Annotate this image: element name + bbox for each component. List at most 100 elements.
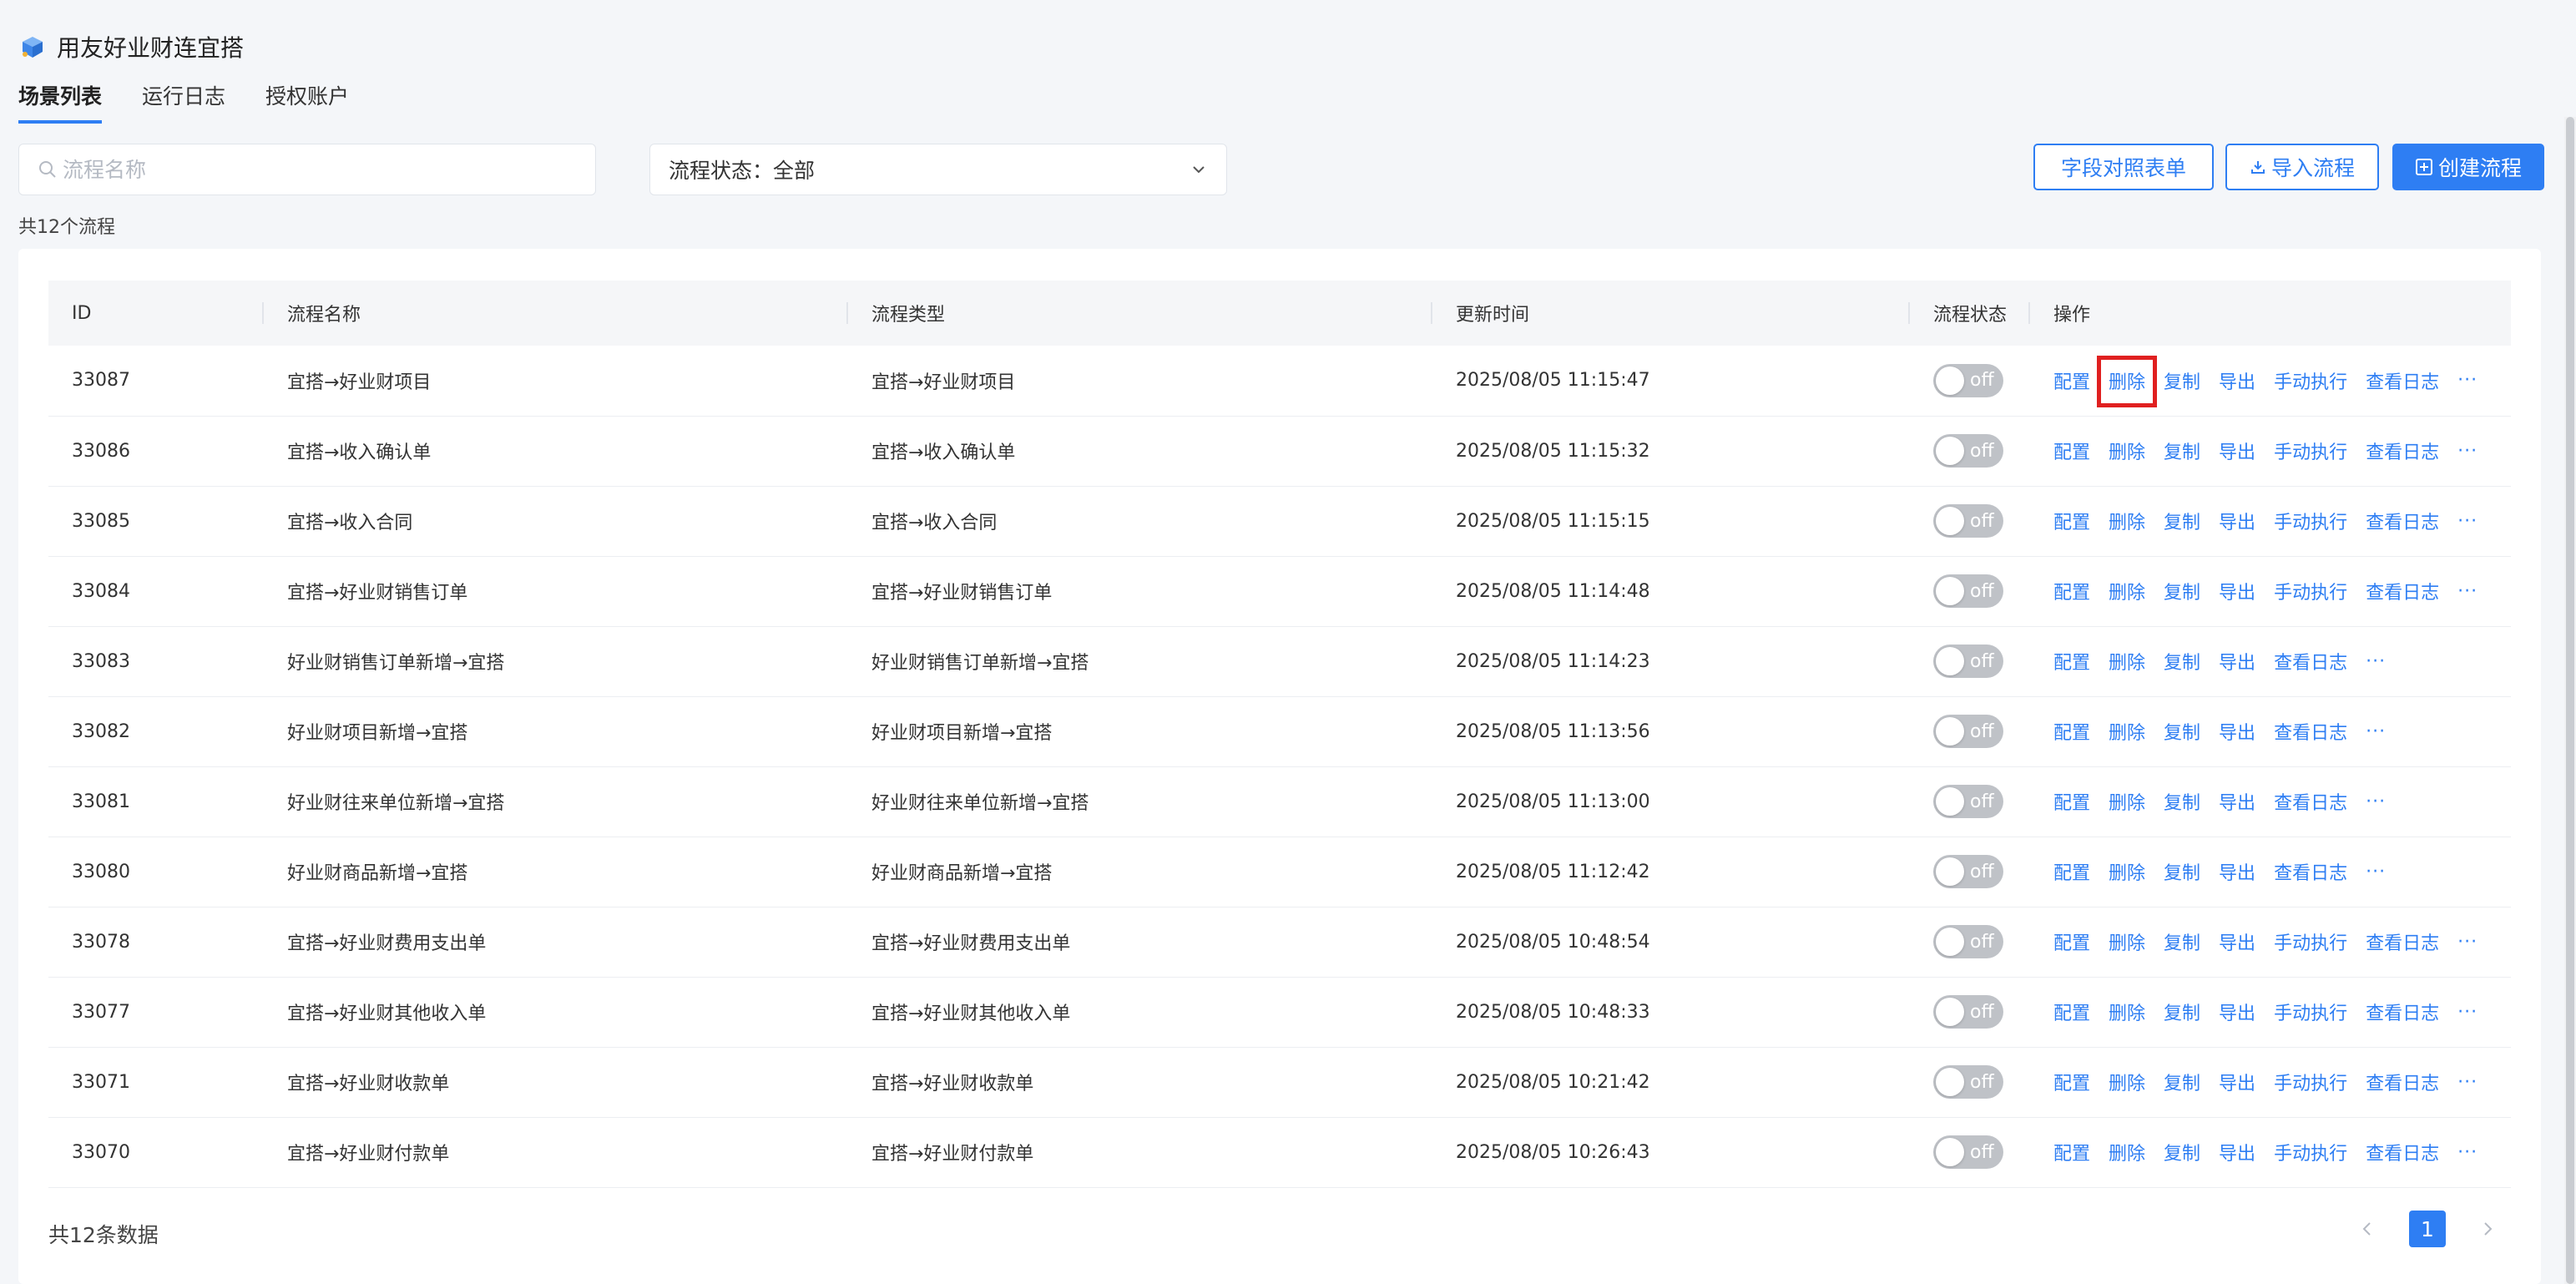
more-actions-icon[interactable]: ···: [2457, 932, 2478, 953]
action-copy-link[interactable]: 复制: [2164, 718, 2200, 745]
action-view-log-link[interactable]: 查看日志: [2366, 508, 2439, 534]
tab-scene-list[interactable]: 场景列表: [18, 80, 103, 124]
import-flow-button[interactable]: 导入流程: [2225, 144, 2379, 190]
action-export-link[interactable]: 导出: [2219, 788, 2255, 815]
more-actions-icon[interactable]: ···: [2457, 370, 2478, 391]
action-config-link[interactable]: 配置: [2053, 788, 2090, 815]
field-map-button[interactable]: 字段对照表单: [2033, 144, 2214, 190]
action-view-log-link[interactable]: 查看日志: [2366, 1139, 2439, 1165]
action-manual-run-link[interactable]: 手动执行: [2274, 437, 2347, 464]
status-filter-select[interactable]: 流程状态： 全部: [649, 144, 1227, 195]
more-actions-icon[interactable]: ···: [2366, 862, 2386, 882]
action-export-link[interactable]: 导出: [2219, 648, 2255, 675]
action-delete-link[interactable]: 删除: [2109, 718, 2145, 745]
status-toggle[interactable]: off: [1933, 925, 2003, 958]
action-copy-link[interactable]: 复制: [2164, 578, 2200, 604]
action-delete-link[interactable]: 删除: [2109, 858, 2145, 885]
action-copy-link[interactable]: 复制: [2164, 998, 2200, 1025]
action-delete-link[interactable]: 删除: [2109, 508, 2145, 534]
status-toggle[interactable]: off: [1933, 1135, 2003, 1169]
action-config-link[interactable]: 配置: [2053, 1139, 2090, 1165]
action-delete-link[interactable]: 删除: [2109, 788, 2145, 815]
action-copy-link[interactable]: 复制: [2164, 1139, 2200, 1165]
action-manual-run-link[interactable]: 手动执行: [2274, 578, 2347, 604]
status-toggle[interactable]: off: [1933, 504, 2003, 538]
action-copy-link[interactable]: 复制: [2164, 508, 2200, 534]
action-config-link[interactable]: 配置: [2053, 508, 2090, 534]
action-delete-link[interactable]: 删除: [2109, 437, 2145, 464]
status-toggle[interactable]: off: [1933, 995, 2003, 1029]
chevron-right-icon[interactable]: [2476, 1217, 2499, 1241]
action-manual-run-link[interactable]: 手动执行: [2274, 367, 2347, 394]
action-config-link[interactable]: 配置: [2053, 998, 2090, 1025]
action-config-link[interactable]: 配置: [2053, 928, 2090, 955]
action-view-log-link[interactable]: 查看日志: [2366, 367, 2439, 394]
more-actions-icon[interactable]: ···: [2366, 791, 2386, 812]
action-view-log-link[interactable]: 查看日志: [2274, 858, 2347, 885]
action-config-link[interactable]: 配置: [2053, 858, 2090, 885]
action-export-link[interactable]: 导出: [2219, 1139, 2255, 1165]
action-delete-link[interactable]: 删除: [2109, 998, 2145, 1025]
action-export-link[interactable]: 导出: [2219, 437, 2255, 464]
action-export-link[interactable]: 导出: [2219, 508, 2255, 534]
search-input[interactable]: [63, 157, 563, 182]
status-toggle[interactable]: off: [1933, 434, 2003, 468]
action-export-link[interactable]: 导出: [2219, 718, 2255, 745]
action-delete-link[interactable]: 删除: [2097, 355, 2158, 407]
action-delete-link[interactable]: 删除: [2109, 648, 2145, 675]
more-actions-icon[interactable]: ···: [2457, 581, 2478, 602]
status-toggle[interactable]: off: [1933, 855, 2003, 888]
status-toggle[interactable]: off: [1933, 715, 2003, 748]
more-actions-icon[interactable]: ···: [2457, 511, 2478, 532]
action-export-link[interactable]: 导出: [2219, 998, 2255, 1025]
action-manual-run-link[interactable]: 手动执行: [2274, 928, 2347, 955]
action-copy-link[interactable]: 复制: [2164, 437, 2200, 464]
status-toggle[interactable]: off: [1933, 1065, 2003, 1099]
action-manual-run-link[interactable]: 手动执行: [2274, 1139, 2347, 1165]
more-actions-icon[interactable]: ···: [2366, 651, 2386, 672]
action-export-link[interactable]: 导出: [2219, 367, 2255, 394]
action-view-log-link[interactable]: 查看日志: [2274, 788, 2347, 815]
action-copy-link[interactable]: 复制: [2164, 788, 2200, 815]
more-actions-icon[interactable]: ···: [2457, 1002, 2478, 1023]
action-manual-run-link[interactable]: 手动执行: [2274, 508, 2347, 534]
more-actions-icon[interactable]: ···: [2366, 721, 2386, 742]
action-export-link[interactable]: 导出: [2219, 578, 2255, 604]
status-toggle[interactable]: off: [1933, 363, 2003, 397]
action-config-link[interactable]: 配置: [2053, 718, 2090, 745]
action-view-log-link[interactable]: 查看日志: [2274, 648, 2347, 675]
more-actions-icon[interactable]: ···: [2457, 1072, 2478, 1093]
status-toggle[interactable]: off: [1933, 785, 2003, 818]
page-number-current[interactable]: 1: [2409, 1211, 2446, 1247]
action-copy-link[interactable]: 复制: [2164, 928, 2200, 955]
chevron-left-icon[interactable]: [2356, 1217, 2379, 1241]
action-view-log-link[interactable]: 查看日志: [2274, 718, 2347, 745]
action-export-link[interactable]: 导出: [2219, 928, 2255, 955]
action-delete-link[interactable]: 删除: [2109, 1069, 2145, 1095]
action-delete-link[interactable]: 删除: [2109, 928, 2145, 955]
page-scrollbar-thumb[interactable]: [2566, 117, 2574, 1284]
more-actions-icon[interactable]: ···: [2457, 441, 2478, 462]
action-config-link[interactable]: 配置: [2053, 437, 2090, 464]
action-delete-link[interactable]: 删除: [2109, 578, 2145, 604]
action-manual-run-link[interactable]: 手动执行: [2274, 1069, 2347, 1095]
action-manual-run-link[interactable]: 手动执行: [2274, 998, 2347, 1025]
create-flow-button[interactable]: 创建流程: [2392, 144, 2544, 190]
action-export-link[interactable]: 导出: [2219, 1069, 2255, 1095]
status-toggle[interactable]: off: [1933, 574, 2003, 608]
action-view-log-link[interactable]: 查看日志: [2366, 1069, 2439, 1095]
more-actions-icon[interactable]: ···: [2457, 1142, 2478, 1163]
action-view-log-link[interactable]: 查看日志: [2366, 437, 2439, 464]
action-copy-link[interactable]: 复制: [2164, 367, 2200, 394]
action-config-link[interactable]: 配置: [2053, 367, 2090, 394]
action-config-link[interactable]: 配置: [2053, 1069, 2090, 1095]
action-copy-link[interactable]: 复制: [2164, 1069, 2200, 1095]
action-config-link[interactable]: 配置: [2053, 648, 2090, 675]
action-export-link[interactable]: 导出: [2219, 858, 2255, 885]
action-view-log-link[interactable]: 查看日志: [2366, 998, 2439, 1025]
action-view-log-link[interactable]: 查看日志: [2366, 578, 2439, 604]
action-config-link[interactable]: 配置: [2053, 578, 2090, 604]
action-view-log-link[interactable]: 查看日志: [2366, 928, 2439, 955]
status-toggle[interactable]: off: [1933, 645, 2003, 678]
action-delete-link[interactable]: 删除: [2109, 1139, 2145, 1165]
